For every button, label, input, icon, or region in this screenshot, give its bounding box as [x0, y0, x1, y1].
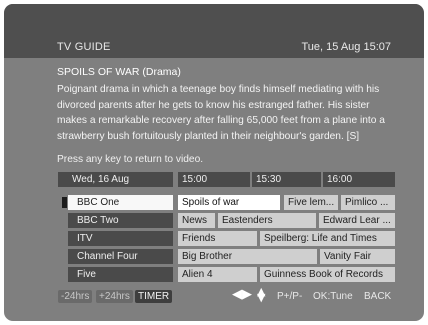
back-hint: BACK	[364, 291, 392, 302]
return-hint: Press any key to return to video.	[57, 154, 204, 165]
program-cell[interactable]: Speilberg: Life and Times	[260, 231, 395, 246]
program-title: SPOILS OF WAR (Drama)	[57, 66, 181, 78]
time-slot-1: 15:00	[178, 172, 250, 187]
program-cell[interactable]: Spoils of war	[178, 195, 280, 210]
left-right-arrows-icon: ◀▶	[232, 287, 252, 302]
time-slot-3: 16:00	[323, 172, 395, 187]
program-cell[interactable]: Guinness Book of Records	[260, 267, 395, 282]
date-time: Tue, 15 Aug 15:07	[301, 41, 392, 53]
channel-bbc-one[interactable]: BBC One	[68, 195, 173, 210]
plus-24hrs-button[interactable]: +24hrs	[96, 290, 133, 303]
channel-five[interactable]: Five	[68, 267, 173, 282]
page-hint: P+/P-	[277, 291, 303, 302]
timer-button[interactable]: TIMER	[135, 290, 173, 303]
up-down-arrows-icon: ▲ ▼	[257, 285, 266, 304]
program-cell[interactable]: Vanity Fair	[320, 249, 395, 264]
program-cell[interactable]: Eastenders	[218, 213, 316, 228]
ok-tune-hint: OK:Tune	[313, 291, 353, 302]
program-cell[interactable]: Friends	[178, 231, 257, 246]
page-title: TV GUIDE	[57, 41, 111, 53]
time-slot-2: 15:30	[252, 172, 321, 187]
program-cell[interactable]: Edward Lear ...	[319, 213, 395, 228]
program-cell[interactable]: News	[178, 213, 215, 228]
program-cell[interactable]: Five lem...	[284, 195, 338, 210]
channel-bbc-two[interactable]: BBC Two	[68, 213, 173, 228]
channel-itv[interactable]: ITV	[68, 231, 173, 246]
selection-marker	[62, 197, 67, 208]
program-cell[interactable]: Pimlico ...	[341, 195, 395, 210]
channel-channel-four[interactable]: Channel Four	[68, 249, 173, 264]
program-description: Poignant drama in which a teenage boy fi…	[57, 84, 385, 142]
minus-24hrs-button[interactable]: -24hrs	[58, 290, 93, 303]
program-cell[interactable]: Big Brother	[178, 249, 317, 264]
tv-guide-screen: TV GUIDE Tue, 15 Aug 15:07 SPOILS OF WAR…	[4, 4, 424, 321]
grid-date[interactable]: Wed, 16 Aug	[58, 172, 173, 187]
program-cell[interactable]: Alien 4	[178, 267, 257, 282]
